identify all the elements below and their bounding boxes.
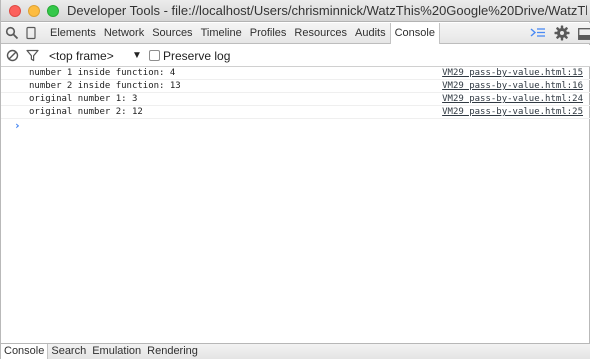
maximize-window-button[interactable] bbox=[47, 5, 59, 17]
preserve-log-checkbox[interactable] bbox=[149, 50, 160, 61]
device-mode-icon[interactable] bbox=[24, 26, 38, 40]
console-messages: number 1 inside function: 4 VM29 pass-by… bbox=[1, 67, 590, 133]
console-message: number 2 inside function: 13 VM29 pass-b… bbox=[1, 80, 590, 93]
console-message: original number 2: 12 VM29 pass-by-value… bbox=[1, 106, 590, 119]
dock-icon[interactable] bbox=[578, 27, 590, 40]
minimize-window-button[interactable] bbox=[28, 5, 40, 17]
filter-icon[interactable] bbox=[26, 49, 39, 62]
close-window-button[interactable] bbox=[9, 5, 21, 17]
drawer-tab-emulation[interactable]: Emulation bbox=[89, 344, 144, 359]
console-message-source-link[interactable]: VM29 pass-by-value.html:24 bbox=[442, 93, 583, 106]
title-bar[interactable]: Developer Tools - file://localhost/Users… bbox=[1, 0, 590, 22]
tab-console[interactable]: Console bbox=[389, 23, 440, 44]
console-message-source-link[interactable]: VM29 pass-by-value.html:16 bbox=[442, 80, 583, 93]
tab-elements[interactable]: Elements bbox=[46, 23, 100, 44]
drawer-tabs: Console Search Emulation Rendering bbox=[1, 343, 590, 359]
preserve-log-label[interactable]: Preserve log bbox=[163, 49, 230, 63]
console-message-text: original number 1: 3 bbox=[29, 94, 138, 104]
console-prompt-row[interactable]: › bbox=[1, 119, 590, 133]
tab-sources[interactable]: Sources bbox=[148, 23, 196, 44]
tab-profiles[interactable]: Profiles bbox=[246, 23, 291, 44]
drawer-tab-rendering[interactable]: Rendering bbox=[144, 344, 201, 359]
console-message: original number 1: 3 VM29 pass-by-value.… bbox=[1, 93, 590, 106]
tab-timeline[interactable]: Timeline bbox=[197, 23, 246, 44]
tab-network[interactable]: Network bbox=[100, 23, 148, 44]
console-message-source-link[interactable]: VM29 pass-by-value.html:15 bbox=[442, 67, 583, 80]
console-message-text: original number 2: 12 bbox=[29, 107, 143, 117]
search-icon[interactable] bbox=[5, 26, 19, 40]
console-message-text: number 2 inside function: 13 bbox=[29, 81, 181, 91]
console-filter-bar: <top frame> ▼ Preserve log bbox=[1, 45, 590, 67]
console-message-source-link[interactable]: VM29 pass-by-value.html:25 bbox=[442, 106, 583, 119]
console-prompt[interactable]: › bbox=[14, 119, 21, 133]
window-title: Developer Tools - file://localhost/Users… bbox=[67, 3, 587, 18]
panel-tabs: Elements Network Sources Timeline Profil… bbox=[46, 23, 440, 44]
console-message: number 1 inside function: 4 VM29 pass-by… bbox=[1, 67, 590, 80]
gear-icon[interactable] bbox=[554, 25, 570, 41]
tab-audits[interactable]: Audits bbox=[351, 23, 390, 44]
chevron-down-icon[interactable]: ▼ bbox=[132, 50, 142, 62]
clear-console-icon[interactable] bbox=[6, 49, 19, 62]
console-message-text: number 1 inside function: 4 bbox=[29, 68, 176, 78]
context-selector[interactable]: <top frame> bbox=[49, 49, 114, 63]
devtools-window: Developer Tools - file://localhost/Users… bbox=[0, 0, 590, 359]
show-drawer-icon[interactable] bbox=[530, 26, 546, 40]
tab-resources[interactable]: Resources bbox=[290, 23, 351, 44]
drawer-tab-search[interactable]: Search bbox=[48, 344, 89, 359]
panel-toolbar: Elements Network Sources Timeline Profil… bbox=[1, 23, 590, 44]
drawer-tab-console[interactable]: Console bbox=[1, 344, 49, 359]
